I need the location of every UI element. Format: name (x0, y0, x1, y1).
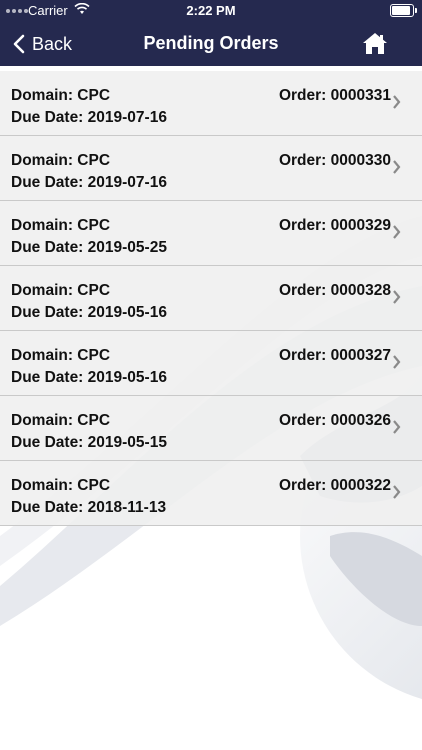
order-due-date: Due Date: 2019-07-16 (11, 109, 167, 126)
order-domain: Domain: CPC (11, 477, 111, 494)
order-domain: Domain: CPC (11, 152, 111, 169)
order-due-date: Due Date: 2019-05-16 (11, 369, 167, 386)
status-time: 2:22 PM (186, 3, 236, 18)
order-domain: Domain: CPC (11, 282, 111, 299)
order-due-date: Due Date: 2019-05-25 (11, 239, 167, 256)
list-item[interactable]: Domain: CPC Order: 0000328 Due Date: 201… (0, 266, 422, 331)
order-number: Order: 0000328 (278, 282, 391, 299)
list-item[interactable]: Domain: CPC Order: 0000331 Due Date: 201… (0, 71, 422, 136)
order-due-date: Due Date: 2019-07-16 (11, 174, 167, 191)
order-domain: Domain: CPC (11, 87, 111, 104)
list-item[interactable]: Domain: CPC Order: 0000330 Due Date: 201… (0, 136, 422, 201)
chevron-right-icon (393, 160, 401, 174)
list-item[interactable]: Domain: CPC Order: 0000326 Due Date: 201… (0, 396, 422, 461)
chevron-right-icon (393, 225, 401, 239)
home-icon[interactable] (362, 30, 388, 56)
status-bar: Carrier 2:22 PM (0, 0, 422, 22)
order-domain: Domain: CPC (11, 412, 111, 429)
navigation-bar: Carrier 2:22 PM Back Pending Orders (0, 0, 422, 66)
order-number: Order: 0000326 (278, 412, 391, 429)
order-due-date: Due Date: 2018-11-13 (11, 499, 167, 516)
order-number: Order: 0000330 (278, 152, 391, 169)
order-due-date: Due Date: 2019-05-16 (11, 304, 167, 321)
order-number: Order: 0000331 (278, 87, 391, 104)
order-domain: Domain: CPC (11, 217, 111, 234)
page-title: Pending Orders (143, 33, 279, 53)
orders-list: Domain: CPC Order: 0000331 Due Date: 201… (0, 71, 422, 526)
chevron-right-icon (393, 290, 401, 304)
order-number: Order: 0000329 (278, 217, 391, 234)
list-item[interactable]: Domain: CPC Order: 0000322 Due Date: 201… (0, 461, 422, 526)
list-item[interactable]: Domain: CPC Order: 0000329 Due Date: 201… (0, 201, 422, 266)
chevron-right-icon (393, 355, 401, 369)
order-number: Order: 0000322 (278, 477, 391, 494)
chevron-right-icon (393, 485, 401, 499)
list-item[interactable]: Domain: CPC Order: 0000327 Due Date: 201… (0, 331, 422, 396)
chevron-right-icon (393, 95, 401, 109)
order-domain: Domain: CPC (11, 347, 111, 364)
battery-icon (390, 4, 417, 17)
chevron-right-icon (393, 420, 401, 434)
order-due-date: Due Date: 2019-05-15 (11, 434, 167, 451)
order-number: Order: 0000327 (278, 347, 391, 364)
